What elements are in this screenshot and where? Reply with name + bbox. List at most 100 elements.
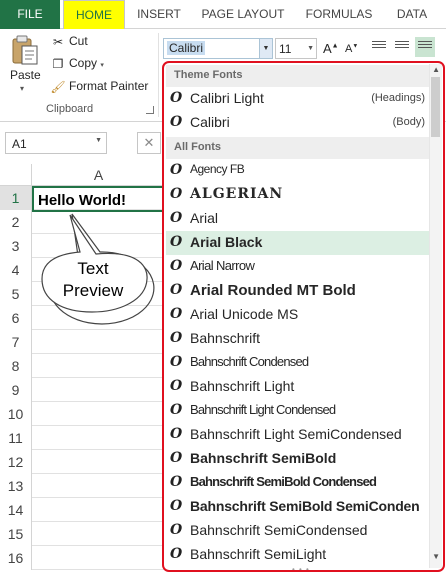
increase-font-size-icon[interactable]: A▲ <box>323 41 339 56</box>
tab-home[interactable]: HOME <box>63 0 125 29</box>
align-middle-icon[interactable] <box>395 41 409 53</box>
font-size-value[interactable]: 11 <box>279 42 291 56</box>
font-list-item[interactable]: O Agency FB <box>166 159 430 183</box>
paste-dropdown-icon[interactable]: ▾ <box>20 84 24 93</box>
callout-line-1: Text <box>77 259 109 278</box>
font-list-item[interactable]: O Arial Narrow <box>166 255 430 279</box>
row-header[interactable]: 5 <box>0 282 32 306</box>
cell[interactable] <box>33 330 165 354</box>
tab-data[interactable]: DATA <box>392 0 432 29</box>
column-header-a[interactable]: A <box>32 164 165 186</box>
font-list-item[interactable]: O Arial Black <box>166 231 430 255</box>
font-name-label: Bahnschrift SemiBold SemiConden <box>190 498 420 514</box>
row-header[interactable]: 13 <box>0 474 32 498</box>
font-list-item[interactable]: O Bahnschrift SemiBold SemiConden <box>166 495 430 519</box>
font-list-item[interactable]: O Bahnschrift Light <box>166 375 430 399</box>
cell[interactable] <box>33 498 165 522</box>
tab-formulas[interactable]: FORMULAS <box>300 0 378 29</box>
row-header[interactable]: 7 <box>0 330 32 354</box>
grid-row: 14 <box>0 498 165 522</box>
font-list-item[interactable]: O Arial Rounded MT Bold <box>166 279 430 303</box>
font-list-scrollbar[interactable] <box>429 64 442 568</box>
grid-row: 11 <box>0 426 165 450</box>
clipboard-launcher-icon[interactable] <box>146 106 154 114</box>
name-box-value[interactable]: A1 <box>12 137 27 151</box>
row-header[interactable]: 14 <box>0 498 32 522</box>
cell[interactable] <box>33 450 165 474</box>
scroll-up-icon[interactable]: ▲ <box>432 65 440 74</box>
font-role-tag: (Body) <box>392 116 425 128</box>
align-top-icon[interactable] <box>372 41 386 53</box>
font-list-item[interactable]: O Arial <box>166 207 430 231</box>
cell[interactable] <box>33 402 165 426</box>
name-box[interactable]: A1 ▼ <box>5 132 107 154</box>
cut-label: Cut <box>69 34 88 48</box>
row-header[interactable]: 4 <box>0 258 32 282</box>
font-list-item[interactable]: O Arial Unicode MS <box>166 303 430 327</box>
row-header[interactable]: 6 <box>0 306 32 330</box>
font-list-item[interactable]: O Calibri (Body) <box>166 111 430 135</box>
scroll-down-icon[interactable]: ▼ <box>432 552 440 561</box>
font-name-label: Bahnschrift SemiBold <box>190 450 337 466</box>
font-name-label: Calibri <box>190 114 230 130</box>
decrease-font-size-icon[interactable]: A▼ <box>345 43 358 55</box>
cancel-icon[interactable]: ✕ <box>137 132 161 154</box>
copy-label: Copy <box>69 56 98 70</box>
tab-page-layout[interactable]: PAGE LAYOUT <box>197 0 289 29</box>
row-header[interactable]: 9 <box>0 378 32 402</box>
align-bottom-icon[interactable] <box>415 37 435 57</box>
row-header[interactable]: 1 <box>0 186 32 210</box>
font-size-combobox[interactable]: 11 ▼ <box>275 38 317 59</box>
font-list-item[interactable]: O Bahnschrift SemiBold <box>166 447 430 471</box>
select-all-corner[interactable] <box>0 164 32 186</box>
cell[interactable] <box>33 378 165 402</box>
paste-button[interactable]: Paste <box>10 68 41 82</box>
cell[interactable] <box>33 426 165 450</box>
font-type-icon: O <box>170 258 183 274</box>
row-header[interactable]: 12 <box>0 450 32 474</box>
font-name-label: Arial Rounded MT Bold <box>190 282 356 299</box>
font-type-icon: O <box>170 306 183 322</box>
font-list-item[interactable]: O Bahnschrift <box>166 327 430 351</box>
font-type-icon: O <box>170 522 183 538</box>
callout-text: Text Preview <box>46 258 140 302</box>
cell[interactable] <box>33 474 165 498</box>
cell[interactable] <box>33 234 165 258</box>
font-type-icon: O <box>170 186 183 202</box>
cell[interactable] <box>33 546 165 570</box>
font-size-dropdown-icon[interactable]: ▼ <box>307 39 314 58</box>
row-header[interactable]: 2 <box>0 210 32 234</box>
font-list-item[interactable]: O Bahnschrift Light Condensed <box>166 399 430 423</box>
font-list-item[interactable]: O ALGERIAN <box>166 183 430 207</box>
row-header[interactable]: 8 <box>0 354 32 378</box>
font-name-combobox[interactable]: Calibri ▼ <box>163 38 273 59</box>
font-list-item[interactable]: O Bahnschrift SemiBold Condensed <box>166 471 430 495</box>
font-list-item[interactable]: O Bahnschrift Light SemiCondensed <box>166 423 430 447</box>
scrollbar-thumb[interactable] <box>431 77 440 137</box>
font-list-item[interactable]: O Bahnschrift SemiLight <box>166 543 430 567</box>
cell-a1-value[interactable]: Hello World! <box>38 192 126 209</box>
font-name-value[interactable]: Calibri <box>167 41 206 55</box>
cell[interactable] <box>33 306 165 330</box>
cell[interactable] <box>33 354 165 378</box>
cell[interactable] <box>33 522 165 546</box>
row-header[interactable]: 10 <box>0 402 32 426</box>
name-box-dropdown-icon[interactable]: ▼ <box>95 137 102 144</box>
copy-button[interactable]: ❐ Copy ▾ <box>50 56 104 71</box>
format-painter-button[interactable]: 🖌 Format Painter <box>50 79 148 94</box>
tab-insert[interactable]: INSERT <box>131 0 187 29</box>
font-dropdown-menu[interactable]: Theme Fonts O Calibri Light (Headings) O Cali… <box>162 61 445 572</box>
resize-grip-icon[interactable]: • • • <box>292 565 310 570</box>
row-header[interactable]: 16 <box>0 546 32 570</box>
row-header[interactable]: 11 <box>0 426 32 450</box>
row-header[interactable]: 3 <box>0 234 32 258</box>
paste-icon[interactable] <box>11 35 39 65</box>
tab-file[interactable]: FILE <box>0 0 60 29</box>
cut-button[interactable]: ✂ Cut <box>50 34 88 49</box>
cell[interactable] <box>33 210 165 234</box>
font-list-item[interactable]: O Bahnschrift SemiCondensed <box>166 519 430 543</box>
font-name-dropdown-icon[interactable]: ▼ <box>259 39 272 58</box>
font-list-item[interactable]: O Bahnschrift Condensed <box>166 351 430 375</box>
font-list-item[interactable]: O Calibri Light (Headings) <box>166 87 430 111</box>
row-header[interactable]: 15 <box>0 522 32 546</box>
